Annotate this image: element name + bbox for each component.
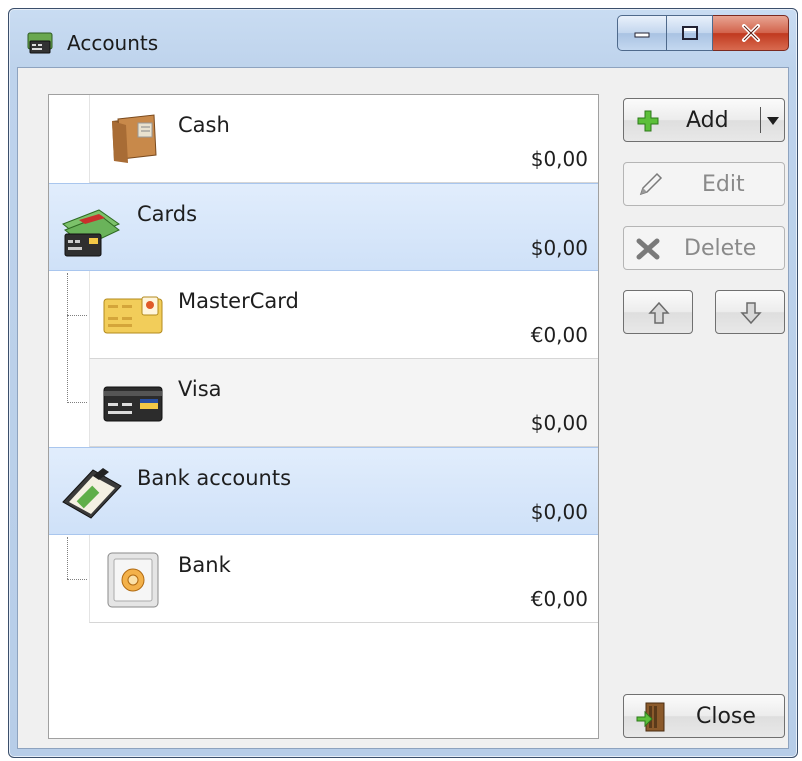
- maximize-icon: [681, 26, 698, 40]
- delete-x-icon: [636, 238, 660, 260]
- move-down-button[interactable]: [715, 290, 785, 334]
- accounts-window: Accounts Cash $0,00 Cards $0,00 MasterCa…: [8, 8, 798, 758]
- account-name: Bank accounts: [137, 466, 292, 490]
- close-button-label: Close: [696, 703, 756, 729]
- maximize-button[interactable]: [667, 15, 713, 51]
- tree-line: [67, 579, 87, 580]
- chevron-down-icon[interactable]: [766, 116, 780, 126]
- plus-icon: [637, 110, 659, 132]
- money-and-cards-icon: [62, 209, 121, 257]
- close-window-button[interactable]: [713, 15, 789, 51]
- account-group-bank-accounts[interactable]: Bank accounts $0,00: [49, 447, 598, 535]
- account-balance: €0,00: [530, 323, 588, 347]
- close-button[interactable]: Close: [623, 694, 785, 738]
- window-title: Accounts: [67, 31, 159, 55]
- account-row-cash[interactable]: Cash $0,00: [89, 95, 598, 183]
- account-balance: $0,00: [530, 411, 588, 435]
- window-client-area: Cash $0,00 Cards $0,00 MasterCard €0,00 …: [17, 67, 789, 749]
- wallet-icon: [112, 114, 157, 163]
- account-name: Visa: [178, 377, 222, 401]
- add-button[interactable]: Add: [623, 98, 785, 142]
- safe-icon: [107, 552, 159, 608]
- move-down-arrow-icon: [740, 302, 762, 325]
- account-row-visa[interactable]: Visa $0,00: [89, 359, 598, 447]
- caption-buttons: [617, 15, 789, 51]
- account-name: MasterCard: [178, 289, 299, 313]
- accounts-app-icon: [27, 32, 53, 54]
- account-row-mastercard[interactable]: MasterCard €0,00: [89, 271, 598, 359]
- delete-button-label: Delete: [684, 235, 757, 261]
- tree-line: [67, 402, 87, 403]
- account-name: Cards: [137, 202, 198, 226]
- pencil-icon: [639, 172, 663, 196]
- gold-credit-card-icon: [103, 296, 163, 334]
- account-name: Cash: [178, 113, 230, 137]
- delete-button[interactable]: Delete: [623, 226, 785, 270]
- accounts-tree[interactable]: Cash $0,00 Cards $0,00 MasterCard €0,00 …: [48, 94, 599, 739]
- account-balance: $0,00: [530, 147, 588, 171]
- edit-button-label: Edit: [702, 171, 745, 197]
- black-credit-card-icon: [103, 386, 163, 422]
- account-row-bank[interactable]: Bank €0,00: [89, 535, 598, 623]
- close-x-icon: [741, 24, 760, 42]
- tree-line: [67, 537, 68, 579]
- edit-button[interactable]: Edit: [623, 162, 785, 206]
- move-up-button[interactable]: [623, 290, 693, 334]
- account-balance: $0,00: [530, 236, 588, 260]
- bank-accounts-icon: [62, 468, 122, 519]
- tree-line: [67, 315, 87, 316]
- minimize-icon: [634, 32, 650, 38]
- account-balance: $0,00: [530, 500, 588, 524]
- title-bar[interactable]: Accounts: [9, 9, 797, 67]
- add-button-label: Add: [686, 107, 729, 133]
- move-up-arrow-icon: [648, 301, 670, 324]
- split-divider: [760, 107, 761, 133]
- account-balance: €0,00: [530, 587, 588, 611]
- exit-door-icon: [636, 702, 665, 732]
- account-group-cards[interactable]: Cards $0,00: [49, 183, 598, 271]
- account-name: Bank: [178, 553, 231, 577]
- tree-line: [67, 273, 68, 403]
- minimize-button[interactable]: [617, 15, 667, 51]
